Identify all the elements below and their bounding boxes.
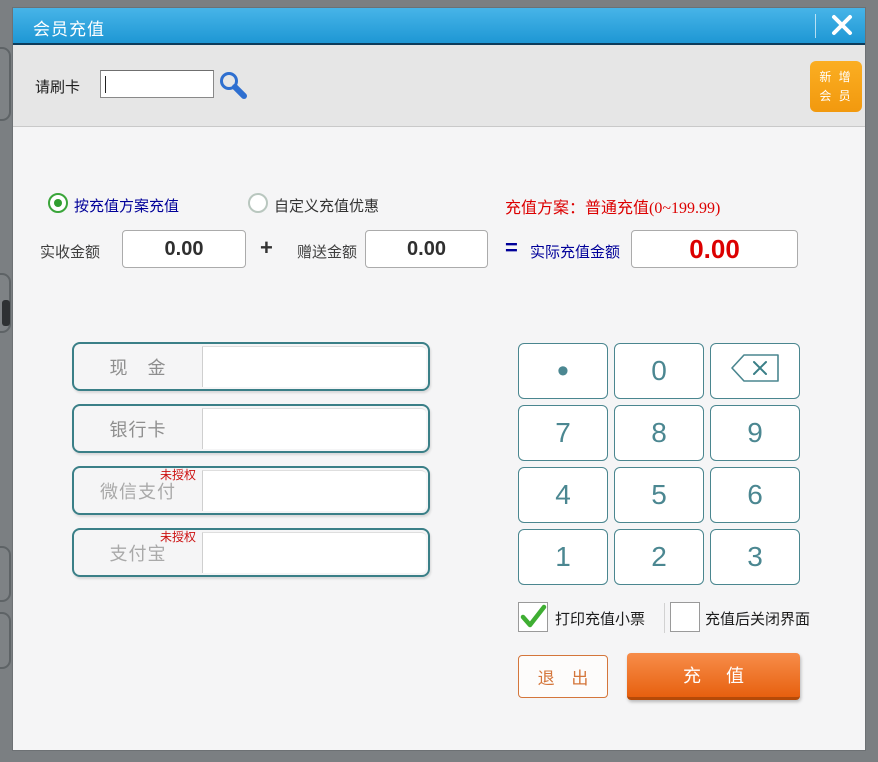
key-2[interactable]: 2 [614,529,704,585]
payment-cash-input[interactable] [202,346,426,387]
close-icon [830,13,854,42]
key-9[interactable]: 9 [710,405,800,461]
key-6[interactable]: 6 [710,467,800,523]
recharge-button[interactable]: 充 值 [627,653,800,700]
gift-amount-value: 0.00 [407,237,446,260]
member-recharge-dialog: 会员充值 请刷卡 新 增 会 员 按充值方案充值 自定义充值优惠 充值方案：普通… [13,8,865,750]
key-8[interactable]: 8 [614,405,704,461]
check-icon [519,604,547,635]
key-backspace[interactable] [710,343,800,399]
swipe-card-label: 请刷卡 [35,80,81,96]
background-window-button [0,47,11,121]
add-member-label-line2: 会 员 [819,89,853,103]
payment-wechat-row[interactable]: 微信支付 未授权 [72,466,430,515]
received-amount-label: 实收金额 [40,245,101,261]
print-receipt-checkbox[interactable] [518,602,548,632]
screen: 会员充值 请刷卡 新 增 会 员 按充值方案充值 自定义充值优惠 充值方案：普通… [0,0,878,762]
payment-alipay-input[interactable] [202,532,426,573]
received-amount-value: 0.00 [164,237,204,260]
background-window-button [0,546,11,602]
add-member-label-line1: 新 增 [819,70,853,84]
received-amount-input[interactable]: 0.00 [122,230,246,268]
key-0[interactable]: 0 [614,343,704,399]
exit-button-label: 退 出 [537,669,595,688]
radio-selected-dot [54,199,62,207]
payment-wechat-badge: 未授权 [160,468,197,482]
key-7[interactable]: 7 [518,405,608,461]
gift-amount-input[interactable]: 0.00 [365,230,488,268]
recharge-button-label: 充 值 [682,666,754,686]
radio-by-scheme-label[interactable]: 按充值方案充值 [74,195,179,216]
payment-cash-row[interactable]: 现 金 [72,342,430,391]
key-1[interactable]: 1 [518,529,608,585]
titlebar-divider [815,14,816,38]
radio-by-scheme[interactable] [48,193,68,213]
close-after-label[interactable]: 充值后关闭界面 [705,608,810,629]
key-3[interactable]: 3 [710,529,800,585]
payment-alipay-row[interactable]: 支付宝 未授权 [72,528,430,577]
payment-cash-label: 现 金 [109,357,167,378]
close-after-checkbox[interactable] [670,602,700,632]
actual-amount-label: 实际充值金额 [530,245,621,261]
key-4[interactable]: 4 [518,467,608,523]
key-5[interactable]: 5 [614,467,704,523]
payment-bankcard-label: 银行卡 [109,419,167,440]
payment-alipay-badge: 未授权 [160,530,197,544]
background-window-button [0,612,11,669]
background-window-fragment [2,300,10,326]
print-receipt-label[interactable]: 打印充值小票 [555,608,645,629]
actual-amount-input[interactable]: 0.00 [631,230,798,268]
gift-amount-label: 赠送金额 [297,245,358,261]
radio-custom-label[interactable]: 自定义充值优惠 [274,195,379,216]
add-member-button[interactable]: 新 增 会 员 [810,61,862,112]
payment-bankcard-row[interactable]: 银行卡 [72,404,430,453]
key-dot[interactable]: • [518,343,608,399]
options-divider [664,603,665,633]
card-number-input[interactable] [100,70,214,98]
scheme-info-text: 充值方案：普通充值(0~199.99) [505,200,721,217]
text-caret [105,76,106,93]
dialog-title: 会员充值 [33,20,105,39]
actual-amount-value: 0.00 [689,233,740,264]
backspace-icon [730,353,780,390]
dialog-titlebar: 会员充值 [13,8,865,45]
payment-bankcard-input[interactable] [202,408,426,449]
close-button[interactable] [825,12,859,42]
search-button[interactable] [218,70,248,100]
payment-wechat-input[interactable] [202,470,426,511]
search-icon [218,72,248,104]
equals-sign: = [505,235,518,260]
exit-button[interactable]: 退 出 [518,655,608,698]
radio-custom[interactable] [248,193,268,213]
plus-sign: + [260,235,273,260]
